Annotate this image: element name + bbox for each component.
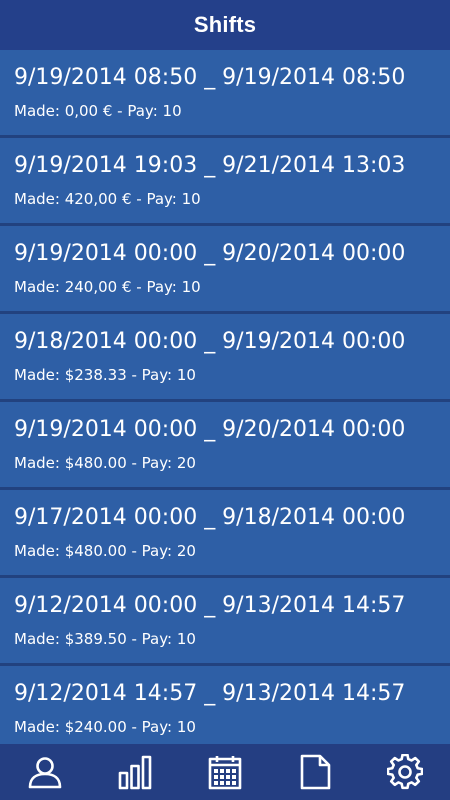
page-title: Shifts bbox=[193, 12, 257, 37]
list-item[interactable]: 9/19/2014 00:00 _ 9/20/2014 00:00 Made: … bbox=[0, 226, 450, 314]
shift-date-range: 9/19/2014 08:50 _ 9/19/2014 08:50 bbox=[14, 65, 406, 90]
tab-statistics[interactable] bbox=[90, 744, 180, 800]
shift-date-range: 9/19/2014 00:00 _ 9/20/2014 00:00 bbox=[14, 417, 406, 442]
shift-earnings: Made: $238.33 - Pay: 10 bbox=[14, 366, 196, 384]
gear-icon bbox=[387, 754, 423, 790]
shift-date-range: 9/19/2014 00:00 _ 9/20/2014 00:00 bbox=[14, 241, 406, 266]
document-icon bbox=[300, 754, 331, 790]
shift-earnings: Made: 420,00 € - Pay: 10 bbox=[14, 190, 201, 208]
shift-earnings: Made: 0,00 € - Pay: 10 bbox=[14, 102, 182, 120]
tab-reports[interactable] bbox=[270, 744, 360, 800]
list-item[interactable]: 9/17/2014 00:00 _ 9/18/2014 00:00 Made: … bbox=[0, 490, 450, 578]
list-item[interactable]: 9/19/2014 00:00 _ 9/20/2014 00:00 Made: … bbox=[0, 402, 450, 490]
shift-earnings: Made: $480.00 - Pay: 20 bbox=[14, 454, 196, 472]
shift-earnings: Made: 240,00 € - Pay: 10 bbox=[14, 278, 201, 296]
list-item[interactable]: 9/19/2014 08:50 _ 9/19/2014 08:50 Made: … bbox=[0, 50, 450, 138]
shift-earnings: Made: $389.50 - Pay: 10 bbox=[14, 630, 196, 648]
list-item[interactable]: 9/19/2014 19:03 _ 9/21/2014 13:03 Made: … bbox=[0, 138, 450, 226]
shift-date-range: 9/19/2014 19:03 _ 9/21/2014 13:03 bbox=[14, 153, 406, 178]
bottom-tab-bar bbox=[0, 744, 450, 800]
list-item[interactable]: 9/12/2014 00:00 _ 9/13/2014 14:57 Made: … bbox=[0, 578, 450, 666]
shift-earnings: Made: $480.00 - Pay: 20 bbox=[14, 542, 196, 560]
tab-profile[interactable] bbox=[0, 744, 90, 800]
list-item[interactable]: 9/12/2014 14:57 _ 9/13/2014 14:57 Made: … bbox=[0, 666, 450, 744]
bar-chart-icon bbox=[118, 755, 152, 790]
shift-date-range: 9/17/2014 00:00 _ 9/18/2014 00:00 bbox=[14, 505, 406, 530]
user-icon bbox=[28, 757, 62, 789]
list-item[interactable]: 9/18/2014 00:00 _ 9/19/2014 00:00 Made: … bbox=[0, 314, 450, 402]
header-bar: Shifts bbox=[0, 0, 450, 50]
shift-date-range: 9/12/2014 00:00 _ 9/13/2014 14:57 bbox=[14, 593, 406, 618]
calendar-icon bbox=[208, 756, 242, 790]
shift-list[interactable]: 9/19/2014 08:50 _ 9/19/2014 08:50 Made: … bbox=[0, 50, 450, 744]
tab-settings[interactable] bbox=[360, 744, 450, 800]
shift-earnings: Made: $240.00 - Pay: 10 bbox=[14, 718, 196, 736]
app-root: Shifts 9/19/2014 08:50 _ 9/19/2014 08:50… bbox=[0, 0, 450, 800]
tab-calendar[interactable] bbox=[180, 744, 270, 800]
shift-date-range: 9/12/2014 14:57 _ 9/13/2014 14:57 bbox=[14, 681, 406, 706]
shift-date-range: 9/18/2014 00:00 _ 9/19/2014 00:00 bbox=[14, 329, 406, 354]
